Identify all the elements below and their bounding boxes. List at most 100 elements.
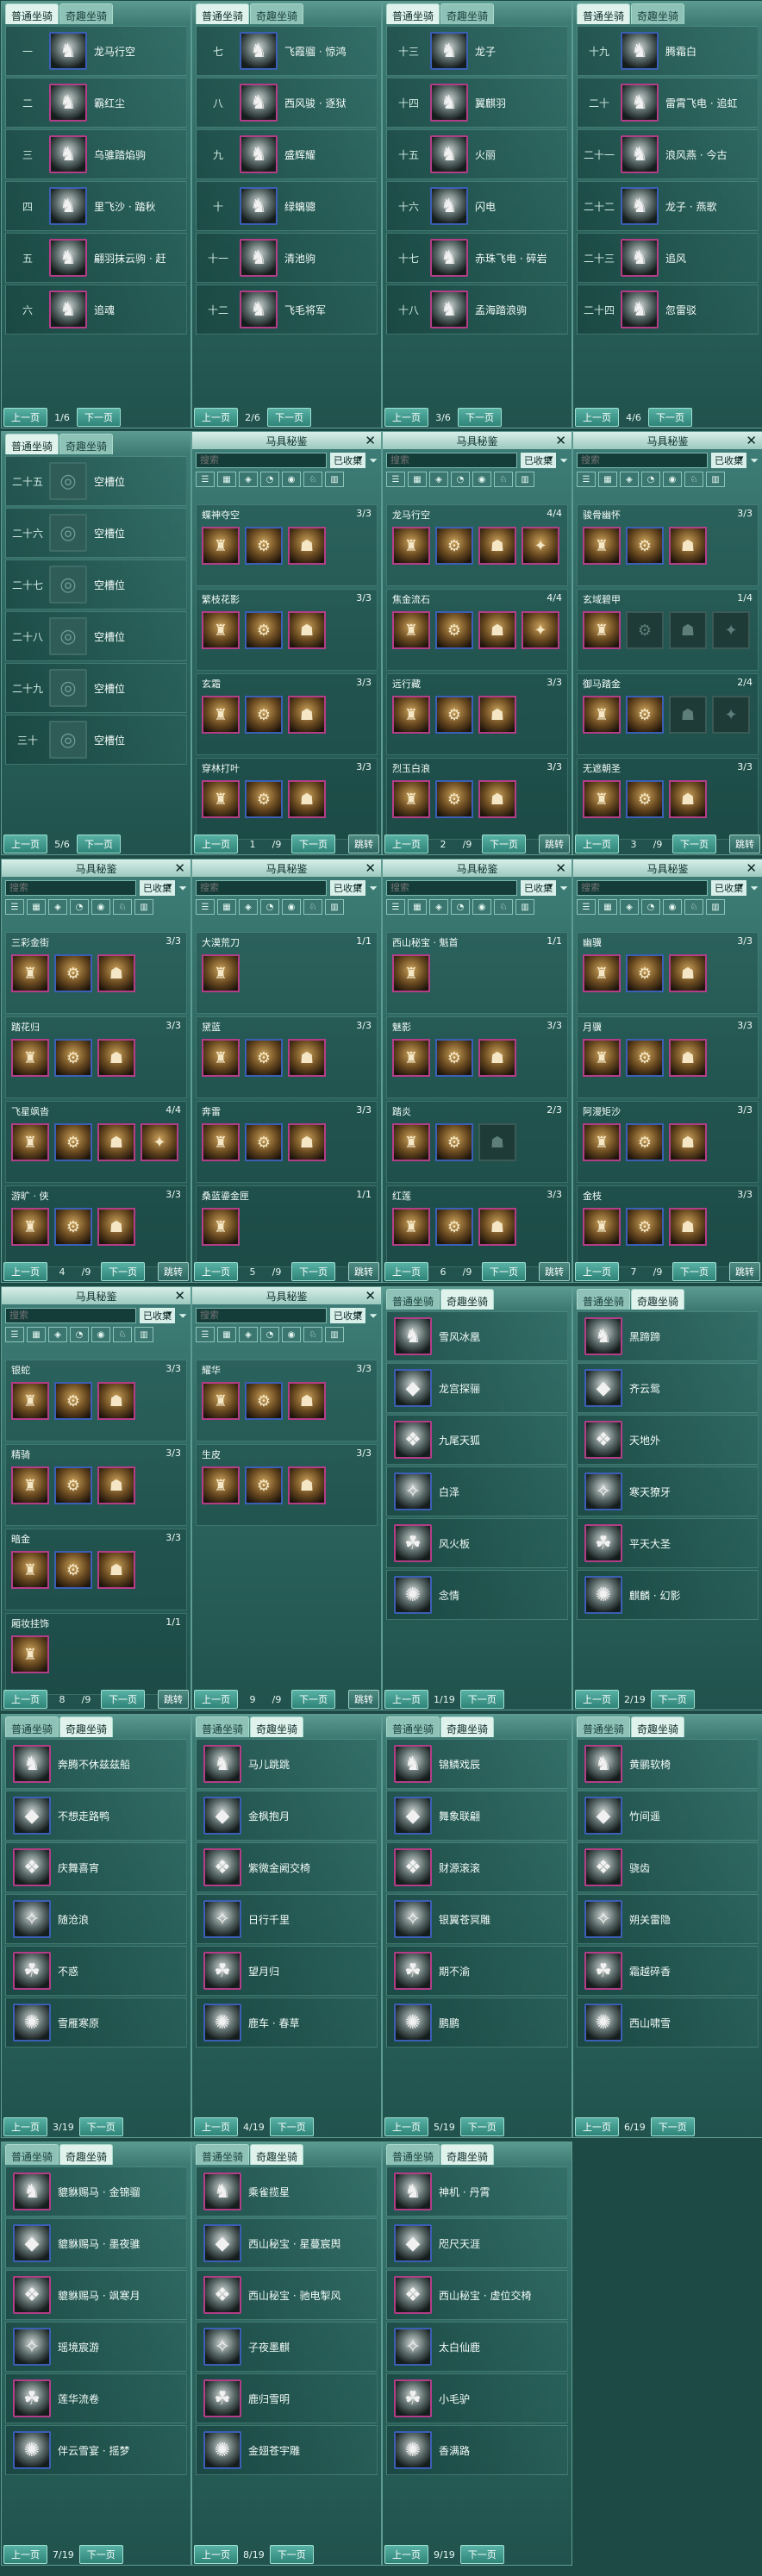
category-filter-icon[interactable]: ◉: [472, 899, 491, 915]
mount-row[interactable]: ☘ 平天大圣: [577, 1518, 759, 1568]
mount-row[interactable]: 十 ♞ 绿螭骢: [196, 181, 378, 231]
search-input[interactable]: [5, 1308, 136, 1323]
saddle-piece-icon[interactable]: ⚙: [435, 611, 473, 649]
category-filter-icon[interactable]: ▦: [217, 472, 236, 487]
saddle-piece-icon[interactable]: ☗: [288, 611, 326, 649]
saddle-piece-icon[interactable]: ✦: [522, 527, 559, 565]
tab-special-mounts[interactable]: 奇趣坐骑: [440, 2144, 495, 2165]
saddle-piece-icon[interactable]: ♜: [11, 1039, 49, 1077]
saddle-piece-icon[interactable]: ♜: [11, 1551, 49, 1589]
category-filter-icon[interactable]: ◔: [70, 899, 89, 915]
mount-row[interactable]: 一 ♞ 龙马行空: [5, 26, 187, 76]
next-page-button[interactable]: 下一页: [78, 2117, 123, 2136]
category-filter-icon[interactable]: ☰: [196, 899, 215, 915]
mount-row[interactable]: ◆ 貔貅赐马 · 墨夜骓: [5, 2218, 187, 2268]
prev-page-button[interactable]: 上一页: [575, 1262, 619, 1281]
saddle-piece-icon[interactable]: ⚙: [435, 780, 473, 818]
mount-row[interactable]: ❖ 财源滚滚: [386, 1842, 568, 1892]
saddle-piece-icon[interactable]: ⚙: [626, 611, 664, 649]
mount-row[interactable]: ✧ 瑶境宸游: [5, 2322, 187, 2372]
mount-row[interactable]: ◆ 不想走路鸭: [5, 1791, 187, 1841]
prev-page-button[interactable]: 上一页: [194, 1262, 238, 1281]
saddle-piece-icon[interactable]: ⚙: [245, 1039, 283, 1077]
saddle-piece-icon[interactable]: ♜: [11, 954, 49, 992]
mount-row[interactable]: 十五 ♞ 火丽: [386, 129, 568, 179]
saddle-set[interactable]: 桑蓝鎏金匣 1/1 ♜: [196, 1185, 378, 1267]
category-filter-icon[interactable]: ▦: [598, 899, 617, 915]
next-page-button[interactable]: 下一页: [291, 835, 335, 853]
saddle-piece-icon[interactable]: ☗: [97, 954, 135, 992]
category-filter-icon[interactable]: ♘: [303, 472, 322, 487]
mount-row[interactable]: 三 ♞ 乌骓踏焰驹: [5, 129, 187, 179]
mount-row[interactable]: ✺ 金翅苍宇雕: [196, 2425, 378, 2475]
jump-button[interactable]: 跳转: [348, 1690, 379, 1709]
saddle-set[interactable]: 繁枝花影 3/3 ♜ ⚙ ☗: [196, 589, 378, 671]
saddle-piece-icon[interactable]: ♜: [202, 1382, 240, 1420]
mount-row[interactable]: 二十六 ◎ 空槽位: [5, 508, 187, 558]
category-filter-icon[interactable]: ♘: [684, 899, 703, 915]
mount-row[interactable]: 十三 ♞ 龙子: [386, 26, 568, 76]
mount-row[interactable]: ✧ 子夜墨麒: [196, 2322, 378, 2372]
saddle-piece-icon[interactable]: ☗: [288, 696, 326, 734]
saddle-piece-icon[interactable]: ⚙: [245, 611, 283, 649]
next-page-button[interactable]: 下一页: [101, 1262, 145, 1281]
category-filter-icon[interactable]: ◔: [641, 472, 660, 487]
category-filter-icon[interactable]: ▦: [27, 899, 46, 915]
category-filter-icon[interactable]: ◈: [48, 1327, 67, 1342]
saddle-piece-icon[interactable]: ♜: [392, 527, 430, 565]
mount-row[interactable]: 十二 ♞ 飞毛将军: [196, 284, 378, 335]
saddle-set[interactable]: 御马踏金 2/4 ♜ ⚙ ☗ ✦: [577, 673, 759, 755]
category-filter-icon[interactable]: ◈: [429, 472, 448, 487]
mount-row[interactable]: ☘ 期不渝: [386, 1946, 568, 1996]
saddle-piece-icon[interactable]: ♜: [392, 611, 430, 649]
next-page-button[interactable]: 下一页: [291, 1262, 335, 1281]
saddle-piece-icon[interactable]: ♜: [392, 696, 430, 734]
saddle-piece-icon[interactable]: ⚙: [626, 780, 664, 818]
saddle-piece-icon[interactable]: ♜: [11, 1123, 49, 1161]
mount-row[interactable]: 二十三 ♞ 追风: [577, 233, 759, 283]
saddle-piece-icon[interactable]: ⚙: [435, 1039, 473, 1077]
tab-normal-mounts[interactable]: 普通坐骑: [196, 1716, 250, 1737]
search-input[interactable]: [577, 453, 708, 468]
saddle-piece-icon[interactable]: ♜: [392, 954, 430, 992]
category-filter-icon[interactable]: ◉: [91, 1327, 110, 1342]
category-filter-icon[interactable]: ▥: [706, 899, 725, 915]
next-page-button[interactable]: 下一页: [672, 1262, 716, 1281]
mount-row[interactable]: ◆ 龙宫探骊: [386, 1363, 568, 1413]
mount-row[interactable]: 七 ♞ 飞霞骝 · 惊鸿: [196, 26, 378, 76]
saddle-piece-icon[interactable]: ⚙: [435, 527, 473, 565]
mount-row[interactable]: 十七 ♞ 赤珠飞电 · 碎岩: [386, 233, 568, 283]
saddle-piece-icon[interactable]: ⚙: [54, 1208, 92, 1246]
mount-row[interactable]: ◆ 竹间遥: [577, 1791, 759, 1841]
saddle-set[interactable]: 焦金流石 4/4 ♜ ⚙ ☗ ✦: [386, 589, 568, 671]
saddle-piece-icon[interactable]: ♜: [202, 1123, 240, 1161]
saddle-piece-icon[interactable]: ♜: [11, 1382, 49, 1420]
saddle-piece-icon[interactable]: ⚙: [245, 780, 283, 818]
mount-row[interactable]: ❖ 天地外: [577, 1415, 759, 1465]
mount-row[interactable]: ❖ 貔貅赐马 · 飒寒月: [5, 2270, 187, 2320]
prev-page-button[interactable]: 上一页: [575, 1690, 619, 1709]
saddle-piece-icon[interactable]: ⚙: [54, 954, 92, 992]
prev-page-button[interactable]: 上一页: [194, 1690, 238, 1709]
saddle-piece-icon[interactable]: ♜: [202, 954, 240, 992]
close-icon[interactable]: ✕: [174, 1288, 185, 1304]
saddle-set[interactable]: 幽骥 3/3 ♜ ⚙ ☗: [577, 932, 759, 1014]
saddle-piece-icon[interactable]: ☗: [478, 1208, 516, 1246]
category-filter-icon[interactable]: ▥: [325, 472, 344, 487]
close-icon[interactable]: ✕: [746, 433, 757, 448]
jump-button[interactable]: 跳转: [158, 1690, 189, 1709]
mount-row[interactable]: ✧ 太白仙鹿: [386, 2322, 568, 2372]
prev-page-button[interactable]: 上一页: [575, 2117, 619, 2136]
close-icon[interactable]: ✕: [746, 860, 757, 876]
filter-icon[interactable]: ⏷: [178, 1310, 187, 1322]
category-filter-icon[interactable]: ♘: [684, 472, 703, 487]
tab-normal-mounts[interactable]: 普通坐骑: [577, 3, 631, 24]
close-icon[interactable]: ✕: [365, 433, 376, 448]
next-page-button[interactable]: 下一页: [101, 1690, 145, 1709]
close-icon[interactable]: ✕: [555, 433, 566, 448]
saddle-piece-icon[interactable]: ☗: [669, 1208, 707, 1246]
saddle-piece-icon[interactable]: ⚙: [435, 1123, 473, 1161]
tab-special-mounts[interactable]: 奇趣坐骑: [631, 1289, 685, 1310]
saddle-piece-icon[interactable]: ☗: [97, 1208, 135, 1246]
category-filter-icon[interactable]: ♘: [494, 899, 513, 915]
